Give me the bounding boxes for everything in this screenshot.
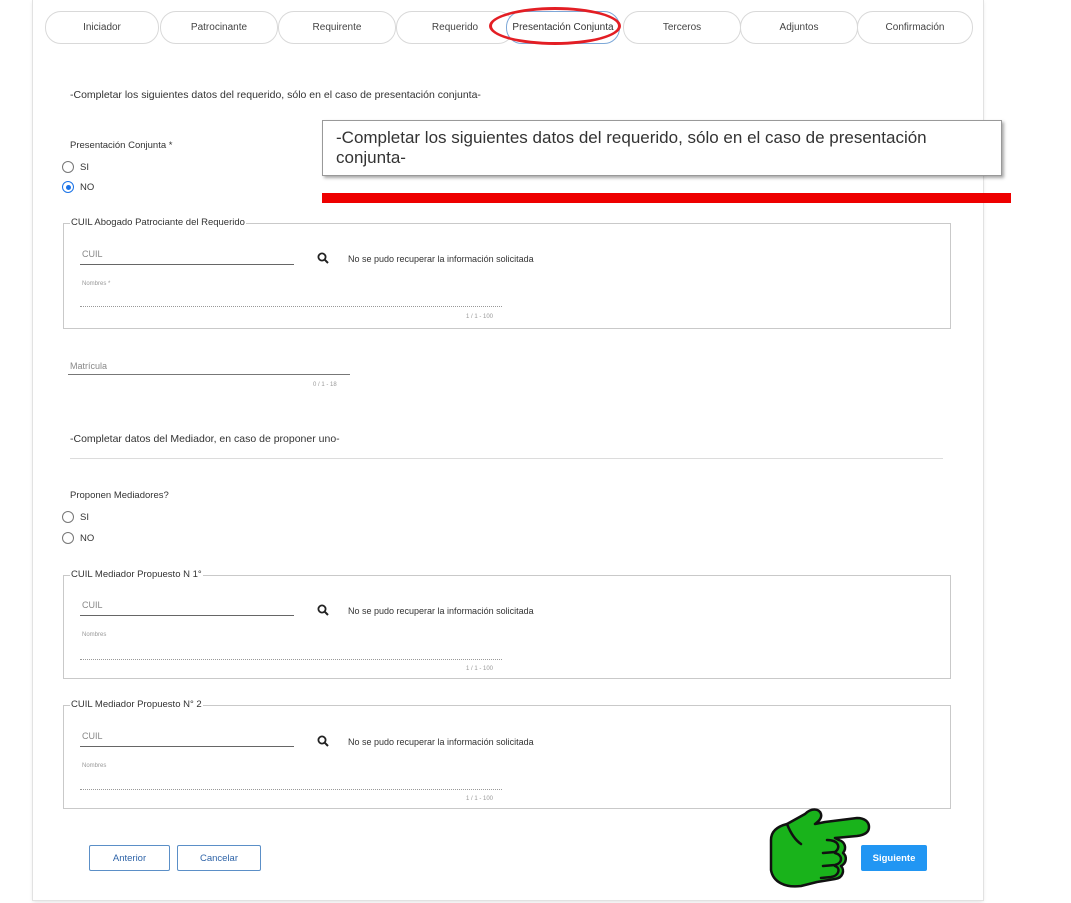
presentacion-radio-si[interactable]: SI	[62, 161, 89, 173]
pointing-hand-icon	[769, 808, 871, 888]
mediador-section-text: -Completar datos del Mediador, en caso d…	[70, 433, 340, 445]
abogado-counter: 1 / 1 - 100	[466, 314, 494, 320]
proponen-radio-si[interactable]: SI	[62, 511, 89, 523]
search-icon[interactable]	[317, 252, 329, 264]
tab-label: Adjuntos	[779, 22, 819, 33]
callout-box: -Completar los siguientes datos del requ…	[322, 120, 1002, 176]
mediador1-error-message: No se pudo recuperar la información soli…	[348, 606, 534, 616]
mediador2-counter: 1 / 1 - 100	[466, 796, 494, 802]
mediador1-nombres-label: Nombres	[82, 632, 107, 638]
radio-label: SI	[80, 161, 89, 173]
search-icon[interactable]	[317, 604, 329, 616]
tab-label: Patrocinante	[190, 22, 248, 33]
tab-patrocinante[interactable]: Patrocinante	[160, 11, 278, 44]
cancelar-button[interactable]: Cancelar	[177, 845, 261, 871]
mediador2-error-message: No se pudo recuperar la información soli…	[348, 737, 534, 747]
mediador2-cuil-input[interactable]: CUIL	[82, 731, 103, 741]
radio-label: NO	[80, 181, 95, 193]
tab-requirente[interactable]: Requirente	[278, 11, 396, 44]
mediador1-legend: CUIL Mediador Propuesto N 1°	[70, 569, 203, 580]
mediador1-counter: 1 / 1 - 100	[466, 666, 494, 672]
abogado-legend: CUIL Abogado Patrociante del Requerido	[70, 217, 246, 228]
mediador2-fieldset: CUIL Mediador Propuesto N° 2	[63, 699, 951, 809]
radio-label: SI	[80, 511, 89, 523]
tab-label: Confirmación	[885, 22, 945, 33]
mediador1-cuil-input[interactable]: CUIL	[82, 600, 103, 610]
proponen-label: Proponen Mediadores?	[70, 490, 169, 501]
matricula-input[interactable]: Matrícula	[70, 361, 107, 371]
active-tab-highlight-circle	[489, 7, 621, 45]
tab-label: Requirente	[312, 22, 362, 33]
anterior-button[interactable]: Anterior	[89, 845, 170, 871]
abogado-fieldset: CUIL Abogado Patrociante del Requerido	[63, 217, 951, 329]
abogado-nombres-label: Nombres *	[82, 281, 111, 287]
radio-circle[interactable]	[62, 511, 74, 523]
tab-iniciador[interactable]: Iniciador	[45, 11, 159, 44]
mediador2-nombres-input[interactable]	[80, 789, 502, 790]
mediador2-cuil-underline	[80, 746, 294, 747]
red-highlight-bar	[322, 193, 1011, 203]
radio-circle[interactable]	[62, 161, 74, 173]
tab-label: Terceros	[662, 22, 702, 33]
radio-circle[interactable]	[62, 532, 74, 544]
radio-circle-checked[interactable]	[62, 181, 74, 193]
presentacion-label: Presentación Conjunta *	[70, 140, 173, 151]
proponen-radio-no[interactable]: NO	[62, 532, 94, 544]
tab-label: Requerido	[431, 22, 479, 33]
tab-terceros[interactable]: Terceros	[623, 11, 741, 44]
tab-adjuntos[interactable]: Adjuntos	[740, 11, 858, 44]
callout-text: -Completar los siguientes datos del requ…	[336, 128, 927, 167]
tab-confirmacion[interactable]: Confirmación	[857, 11, 973, 44]
matricula-counter: 0 / 1 - 18	[313, 382, 337, 388]
mediador1-fieldset: CUIL Mediador Propuesto N 1°	[63, 569, 951, 679]
abogado-error-message: No se pudo recuperar la información soli…	[348, 254, 534, 264]
mediador2-nombres-label: Nombres	[82, 763, 107, 769]
mediador1-cuil-underline	[80, 615, 294, 616]
presentacion-radio-no[interactable]: NO	[62, 181, 94, 193]
abogado-cuil-input[interactable]: CUIL	[82, 249, 103, 259]
radio-label: NO	[80, 532, 95, 544]
abogado-nombres-input[interactable]	[80, 306, 502, 307]
mediador1-nombres-input[interactable]	[80, 659, 502, 660]
intro-text: -Completar los siguientes datos del requ…	[70, 89, 481, 101]
matricula-underline	[68, 374, 350, 375]
abogado-cuil-underline	[80, 264, 294, 265]
search-icon[interactable]	[317, 735, 329, 747]
mediador2-legend: CUIL Mediador Propuesto N° 2	[70, 699, 203, 710]
divider	[70, 458, 943, 459]
tab-label: Iniciador	[83, 22, 121, 33]
